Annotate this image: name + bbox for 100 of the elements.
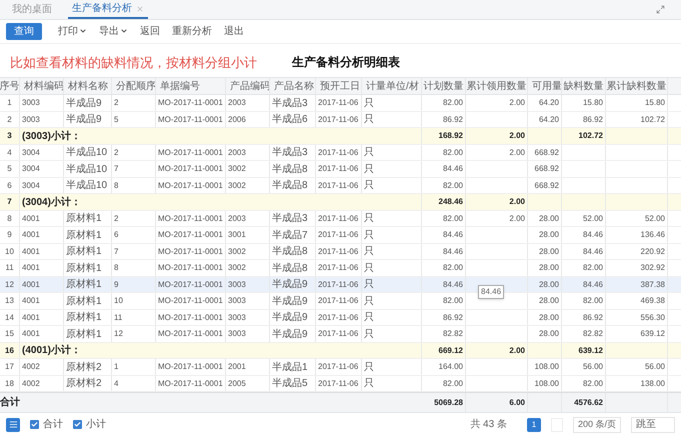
toolbar-button[interactable]: 返回 <box>140 24 160 39</box>
table-row[interactable]: 18 4002 原材料2 4 MO-2017-11-0001 2005 半成品5 2017-11-06 只 82.00 108.00 82.00 138.00 <box>0 376 681 392</box>
tab[interactable]: 生产备料分析 <box>68 0 148 19</box>
checkbox-option[interactable]: 小计 <box>73 417 106 432</box>
table-cell-text: 原材料1 <box>66 328 102 342</box>
table-cell: 4001 <box>22 312 40 324</box>
table-cell: 84.46 <box>582 229 603 241</box>
table-cell: MO-2017-11-0001 <box>158 229 223 241</box>
table-row[interactable]: 3 (3003)小计： 168.92 2.00 102.72 <box>0 128 681 145</box>
table-cell: 2.00 <box>509 130 525 142</box>
table-row[interactable]: 13 4001 原材料1 10 MO-2017-11-0001 3003 半成品9 2017-11-06 只 82.00 28.00 82.00 469.38 <box>0 293 681 310</box>
table-row[interactable]: 14 4001 原材料1 11 MO-2017-11-0001 3003 半成品9 2017-11-06 只 86.92 28.00 86.92 556.30 <box>0 310 681 326</box>
table-cell-text: 半成品8 <box>272 162 308 176</box>
menu-button[interactable] <box>6 418 20 432</box>
table-cell: 9 <box>114 278 118 290</box>
table-cell: 82.82 <box>442 328 463 340</box>
table-cell: MO-2017-11-0001 <box>158 146 223 158</box>
table-cell: 2017-11-06 <box>318 246 358 258</box>
table-cell: 2 <box>114 212 118 224</box>
column-header[interactable]: 累计领用数量 <box>466 78 526 94</box>
table-cell: 2 <box>7 114 12 126</box>
table-cell-text: 半成品9 <box>66 96 102 110</box>
column-header[interactable]: 计量单位/材 <box>366 78 419 94</box>
jump-field[interactable]: 跳至 <box>631 416 675 433</box>
table-cell: 84.46 <box>442 246 463 258</box>
column-header[interactable]: 计划数量 <box>424 78 464 94</box>
table-cell: 3003 <box>228 295 246 307</box>
column-header[interactable]: 单据编号 <box>160 78 200 94</box>
table-cell: 5 <box>7 163 12 175</box>
table-cell: 2005 <box>228 378 246 390</box>
table-cell: 3004 <box>22 180 40 192</box>
table-cell: 2017-11-06 <box>318 361 358 373</box>
table-cell: 10 <box>5 246 14 258</box>
page-size-select[interactable]: 200 条/页 <box>572 416 621 433</box>
page-button[interactable]: 1 <box>526 418 541 432</box>
table-row[interactable]: 11 4001 原材料1 8 MO-2017-11-0001 3002 半成品8 2017-11-06 只 82.00 28.00 82.00 302.92 <box>0 260 681 277</box>
column-header[interactable]: 序号 <box>0 78 19 94</box>
table-row[interactable]: 9 4001 原材料1 6 MO-2017-11-0001 3001 半成品7 2017-11-06 只 84.46 28.00 84.46 136.46 <box>0 227 681 244</box>
column-header[interactable]: 产品名称 <box>274 78 314 94</box>
column-header[interactable]: 累计缺料数量 <box>606 78 666 94</box>
checkbox[interactable] <box>30 420 39 430</box>
column-header[interactable]: 预开工日 <box>320 78 360 94</box>
table-cell: 17 <box>5 361 14 373</box>
table-cell: 7 <box>114 163 118 175</box>
table-cell: 2017-11-06 <box>318 146 358 158</box>
table-row[interactable]: 4 3004 半成品10 2 MO-2017-11-0001 2003 半成品3 2017-11-06 只 82.00 2.00 668.92 <box>0 144 681 162</box>
table-row[interactable]: 10 4001 原材料1 7 MO-2017-11-0001 3002 半成品8 2017-11-06 只 84.46 28.00 84.46 220.92 <box>0 244 681 260</box>
caret-icon <box>120 27 128 36</box>
table-cell: 4001 <box>22 229 40 241</box>
table-cell: 668.92 <box>534 146 559 158</box>
table-cell: 669.12 <box>438 344 463 356</box>
table-cell: 15.80 <box>644 97 665 109</box>
subtotal-label: (3003)小计： <box>22 130 81 144</box>
table-cell-text: 只 <box>364 212 374 226</box>
table-cell: 1 <box>114 361 118 373</box>
table-cell: 82.00 <box>442 262 463 274</box>
table-cell: 28.00 <box>538 278 559 290</box>
table-cell: 6 <box>7 180 12 192</box>
table-cell: MO-2017-11-0001 <box>158 114 223 126</box>
dropdown-button[interactable]: 打印 <box>58 24 87 39</box>
table-cell-text: 半成品8 <box>272 178 308 193</box>
table-cell: 86.92 <box>582 114 603 126</box>
table-cell: 469.38 <box>640 295 665 307</box>
table-cell: 18 <box>5 378 14 390</box>
table-row[interactable]: 15 4001 原材料1 12 MO-2017-11-0001 3003 半成品9 2017-11-06 只 82.82 28.00 82.82 639.12 <box>0 326 681 343</box>
table-row[interactable]: 1 3003 半成品9 2 MO-2017-11-0001 2003 半成品3 2017-11-06 只 82.00 2.00 64.20 15.80 15.80 <box>0 95 681 112</box>
column-header[interactable]: 材料名称 <box>68 78 108 94</box>
table-cell: 86.92 <box>442 114 463 126</box>
table-cell: 5069.28 <box>434 396 463 409</box>
dropdown-button[interactable]: 导出 <box>99 24 128 39</box>
table-row[interactable]: 6 3004 半成品10 8 MO-2017-11-0001 3002 半成品8 2017-11-06 只 82.00 668.92 <box>0 178 681 194</box>
table-cell: 3003 <box>228 328 246 340</box>
table-cell: 3 <box>7 130 12 142</box>
table-cell: 11 <box>114 312 122 324</box>
toolbar-button[interactable]: 重新分析 <box>172 24 212 39</box>
checkbox[interactable] <box>73 420 82 430</box>
table-cell: MO-2017-11-0001 <box>158 295 223 307</box>
table-row[interactable]: 7 (3004)小计： 248.46 2.00 <box>0 194 681 211</box>
table-cell: MO-2017-11-0001 <box>158 97 223 109</box>
table-row[interactable]: 17 4002 原材料2 1 MO-2017-11-0001 2001 半成品1 2017-11-06 只 164.00 108.00 56.00 56.00 <box>0 359 681 376</box>
table-cell: 28.00 <box>538 328 559 340</box>
table-cell: 2.00 <box>509 196 525 208</box>
table-cell: 4001 <box>22 328 40 340</box>
table-row[interactable]: 8 4001 原材料1 2 MO-2017-11-0001 2003 半成品3 2017-11-06 只 82.00 2.00 28.00 52.00 52.00 <box>0 210 681 228</box>
table-cell: 82.82 <box>582 328 603 340</box>
table-cell: 108.00 <box>534 361 559 373</box>
checkbox-option[interactable]: 合计 <box>30 417 63 432</box>
table-cell: 2017-11-06 <box>318 212 358 224</box>
table-row[interactable]: 5 3004 半成品10 7 MO-2017-11-0001 3002 半成品8 2017-11-06 只 84.46 668.92 <box>0 161 681 178</box>
table-cell: 2017-11-06 <box>318 163 358 175</box>
table-cell: 15 <box>5 328 14 340</box>
maximize-icon[interactable] <box>656 5 665 14</box>
table-cell: 7 <box>114 246 118 258</box>
toolbar-button[interactable]: 退出 <box>224 24 244 39</box>
table-cell-text: 原材料1 <box>66 212 102 226</box>
query-button[interactable]: 查询 <box>6 22 42 40</box>
column-header[interactable]: 缺料数量 <box>564 78 604 94</box>
table-row[interactable]: 2 3003 半成品9 5 MO-2017-11-0001 2006 半成品6 2017-11-06 只 86.92 64.20 86.92 102.72 <box>0 112 681 128</box>
table-row[interactable]: 16 (4001)小计： 669.12 2.00 639.12 <box>0 342 681 360</box>
table-cell: 2017-11-06 <box>318 278 358 290</box>
